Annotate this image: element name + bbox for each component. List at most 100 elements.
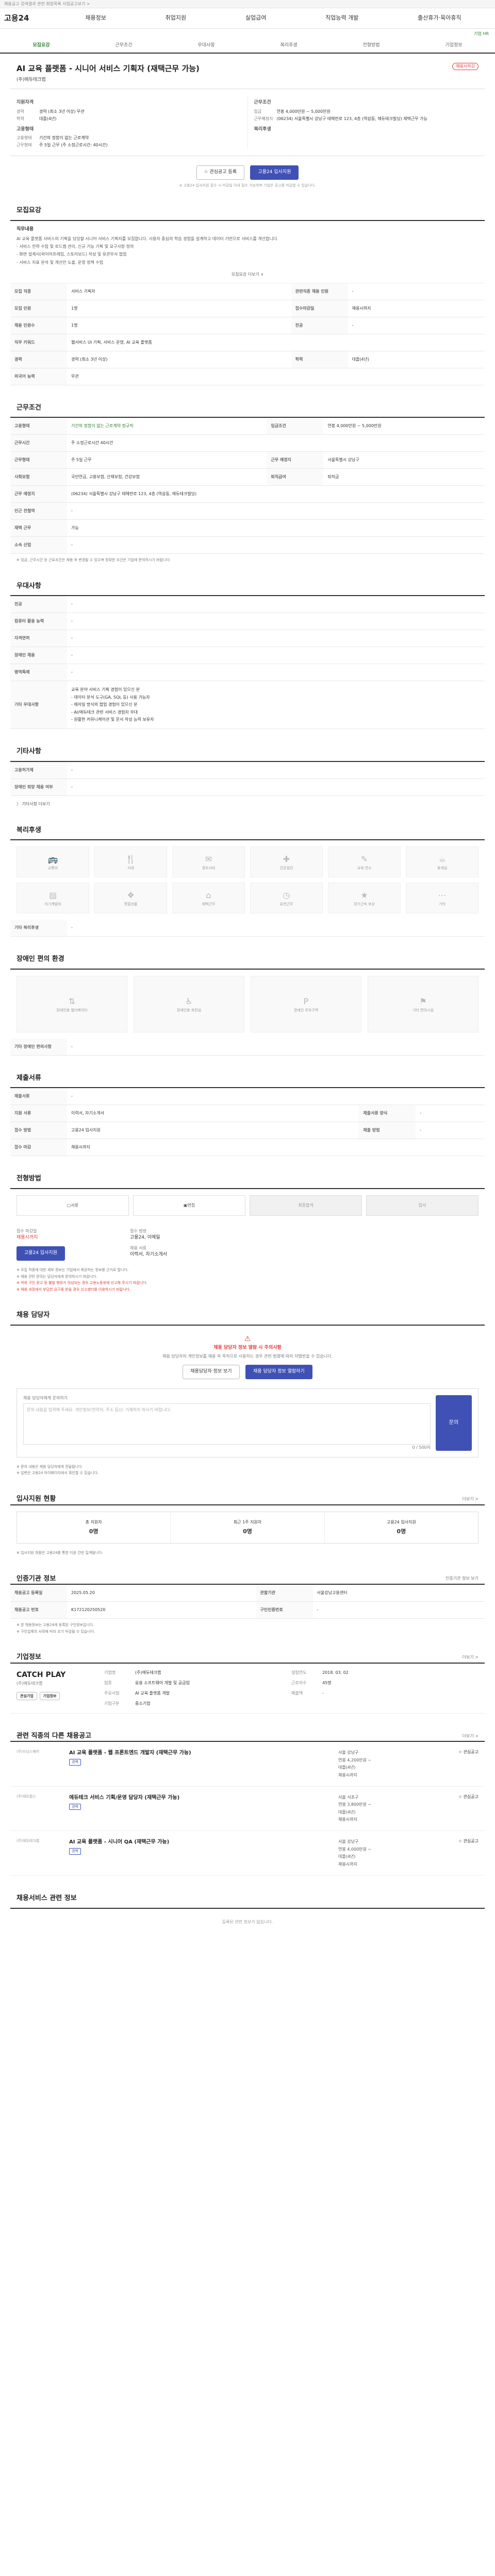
- kv-key: 근무형태: [16, 143, 32, 147]
- tab-company[interactable]: 기업정보: [412, 42, 495, 49]
- nav-item[interactable]: 취업지원: [166, 14, 186, 23]
- job-header: 채용시마감 AI 교육 플랫폼 - 시니어 서비스 기획자 (재택근무 가능) …: [10, 54, 485, 83]
- reginfo-link[interactable]: 인증기관 정보 보기: [446, 1575, 478, 1582]
- view-manager-button[interactable]: 채용담당자 정보 보기: [183, 1365, 240, 1379]
- similar-bookmark[interactable]: ☆ 관심공고: [442, 1749, 478, 1779]
- duty-title: 직무내용: [16, 226, 34, 232]
- status-label: 최근 1주 지원자: [233, 1519, 262, 1524]
- section-title: 우대사항: [10, 581, 485, 597]
- note-line: ※ 문의 내용은 채용 담당자에게 전달됩니다.: [16, 1464, 83, 1469]
- table-row: 접수 마감 채용시까지: [10, 1139, 485, 1157]
- section-footer-info: 채용서비스 관련 정보 등록된 관련 정보가 없습니다.: [10, 1893, 485, 1946]
- apply-button-2[interactable]: 고용24 입사지원: [16, 1246, 65, 1261]
- section-title-row: 관련 직종의 다른 채용공고 더보기 >: [10, 1731, 485, 1742]
- row-key: 사회보험: [10, 468, 67, 486]
- row-key: 임금조건: [267, 418, 324, 435]
- tab-conditions[interactable]: 근무조건: [82, 42, 165, 49]
- nav-item[interactable]: 채용정보: [85, 14, 106, 23]
- similar-job-item[interactable]: (주)러닝스퀘어 AI 교육 플랫폼 - 웹 프론트엔드 개발자 (재택근무 가…: [10, 1742, 485, 1787]
- preference-table: 전공 - 컴퓨터 활용 능력 - 자격면허 - 장애인 채용 - 병역특례 - 기타 우대…: [10, 596, 485, 730]
- similar-job-item[interactable]: (주)에듀랩스 에듀테크 서비스 기획/운영 담당자 (재택근무 가능) 경력 서…: [10, 1787, 485, 1832]
- section-title: 인증기관 정보: [16, 1574, 56, 1583]
- section-title: 채용 담당자: [10, 1310, 485, 1326]
- site-logo[interactable]: 고용24: [4, 12, 56, 24]
- manager-notes: ※ 문의 내용은 채용 담당자에게 전달됩니다. ※ 답변은 고용24 마이페이…: [10, 1464, 485, 1477]
- company-name[interactable]: (주)에듀테크랩: [16, 77, 478, 84]
- similar-title[interactable]: AI 교육 플랫폼 - 시니어 QA (재택근무 가능): [69, 1838, 332, 1846]
- row-value: 연봉 4,000만원 ~ 5,000만원: [323, 418, 485, 435]
- welfare-label: 교통비: [47, 866, 58, 871]
- tab-preference[interactable]: 우대사항: [165, 42, 248, 49]
- table-row: 근무형태 주 5일 근무 근무 예정지 서울특별시 강남구: [10, 451, 485, 469]
- apply-button[interactable]: 고용24 입사지원: [250, 165, 299, 180]
- job-overview: 지원자격 경력 경력 (최소 3년 이상) 무관 학력 대졸(4년) 고용형태 고용…: [10, 89, 485, 156]
- follow-company-button[interactable]: 관심기업: [16, 1691, 37, 1701]
- status-item: 총 지원자 0명: [17, 1512, 170, 1544]
- overview-heading: 지원자격: [16, 100, 34, 105]
- interest-button[interactable]: ☆ 관심공고 등록: [196, 165, 244, 180]
- section-preference: 우대사항 전공 - 컴퓨터 활용 능력 - 자격면허 - 장애인 채용 - 병역특례 - …: [10, 581, 485, 730]
- row-value: AI 교육 플랫폼 개발: [135, 1690, 170, 1696]
- similar-bookmark[interactable]: ☆ 관심공고: [442, 1838, 478, 1868]
- row-key: 모집 직종: [10, 283, 67, 300]
- row-key: 전공: [10, 596, 67, 614]
- row-key: 근무 예정지: [10, 485, 67, 503]
- elevator-icon: ⇅ 장애인용 엘리베이터: [16, 975, 127, 1032]
- row-key: 관련직종 채용 인원: [291, 283, 348, 300]
- nav-item[interactable]: 출산휴가·육아휴직: [418, 14, 461, 23]
- facility-label: 장애인용 화장실: [176, 1008, 202, 1012]
- documents-table: 제출서류 - 지원 서류 이력서, 자기소개서 제출서류 양식 - 접수 방법 고용24 …: [10, 1088, 485, 1157]
- company-more-link[interactable]: 더보기 >: [463, 1654, 478, 1660]
- top-notice-text[interactable]: 채용공고 검색결과 관련 회원목록 사업공고보기 >: [4, 2, 90, 6]
- nav-item[interactable]: 실업급여: [245, 14, 266, 23]
- status-more-link[interactable]: 더보기 >: [463, 1496, 478, 1502]
- book-icon: ▤ 자기계발비: [16, 883, 89, 914]
- open-manager-button[interactable]: 채용 담당자 정보 열람하기: [245, 1365, 312, 1379]
- section-title: 채용서비스 관련 정보: [10, 1893, 485, 1909]
- similar-more-link[interactable]: 더보기 >: [463, 1733, 478, 1739]
- hr-link[interactable]: 기업 HR: [0, 29, 495, 39]
- row-key: 근무형태: [10, 451, 67, 469]
- row-value: -: [67, 613, 485, 631]
- row-value: 서울특별시 강남구: [323, 451, 485, 469]
- nav-item[interactable]: 직업능력 개발: [325, 14, 358, 23]
- row-key: 제출 방법: [359, 1122, 416, 1140]
- inquiry-submit-button[interactable]: 문의: [436, 1395, 472, 1451]
- row-key: 외국어 능력: [10, 368, 67, 385]
- duty-line: - 서비스 지표 분석 및 개선안 도출, 운영 정책 수립: [16, 260, 104, 265]
- row-value: 중소기업: [135, 1701, 151, 1706]
- row-value: 이력서, 자기소개서: [67, 1105, 359, 1123]
- table-row: 자격면허 -: [10, 630, 485, 648]
- tab-process[interactable]: 전형방법: [330, 42, 412, 49]
- inquiry-textarea[interactable]: 문의 내용을 입력해 주세요. 개인정보(연락처, 주소 등)는 기재하지 마시…: [23, 1403, 431, 1445]
- row-key: 자격면허: [10, 630, 67, 648]
- table-row: 제출서류 -: [10, 1088, 485, 1106]
- tab-welfare[interactable]: 복리후생: [248, 42, 330, 49]
- similar-job-item[interactable]: (주)에듀테크랩 AI 교육 플랫폼 - 시니어 QA (재택근무 가능) 경력 …: [10, 1831, 485, 1876]
- similar-title[interactable]: 에듀테크 서비스 기획/운영 담당자 (재택근무 가능): [69, 1794, 332, 1802]
- recruit-more-button[interactable]: 모집요강 더보기 ∨: [10, 266, 485, 283]
- row-value: (주)에듀테크랩: [135, 1670, 161, 1675]
- table-row: 기타 장애인 편의사항 -: [10, 1038, 485, 1056]
- status-item: 최근 1주 지원자 0명: [170, 1512, 324, 1544]
- job-title: AI 교육 플랫폼 - 시니어 서비스 기획자 (재택근무 가능): [16, 64, 200, 73]
- status-badge: 채용시마감: [452, 63, 478, 70]
- similar-info: 채용시까지: [338, 1817, 357, 1822]
- company-detail-button[interactable]: 기업정보: [39, 1691, 60, 1701]
- table-row: 외국어 능력 무관: [10, 368, 485, 385]
- table-row: 재택 근무 가능: [10, 519, 485, 537]
- award-icon: ★ 장기근속 포상: [328, 883, 401, 914]
- note-line: ※ 모집 직종에 대한 세부 정보는 기업에서 제공하는 정보를 근거로 합니다…: [16, 1267, 129, 1272]
- similar-title[interactable]: AI 교육 플랫폼 - 웹 프론트엔드 개발자 (재택근무 가능): [69, 1749, 332, 1757]
- similar-bookmark[interactable]: ☆ 관심공고: [442, 1794, 478, 1824]
- row-key: [291, 1701, 322, 1707]
- pref-line: - 애자일 방식의 협업 경험이 있으신 분: [71, 702, 138, 707]
- status-value: 0명: [397, 1528, 406, 1535]
- footer-empty-text: 등록된 관련 정보가 없습니다.: [222, 1919, 273, 1924]
- other-more-link[interactable]: 〉 기타사항 더보기: [10, 796, 485, 808]
- row-key: 구인인증번호: [256, 1601, 313, 1619]
- tab-recruit[interactable]: 모집요강: [0, 42, 82, 49]
- section-title-row: 인증기관 정보 인증기관 정보 보기: [10, 1574, 485, 1585]
- row-value: 경력 (최소 3년 이상): [67, 351, 291, 368]
- row-key: 재택 근무: [10, 519, 67, 537]
